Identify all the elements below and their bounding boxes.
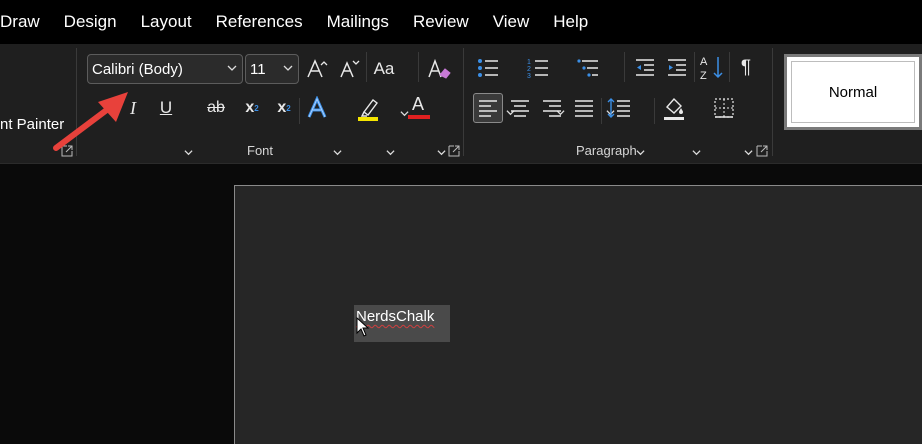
font-size-value: 11: [250, 60, 266, 78]
align-right-button[interactable]: [540, 96, 564, 120]
align-left-icon: [479, 100, 497, 117]
font-group-label: Font: [247, 143, 274, 158]
sort-button[interactable]: AZ: [699, 54, 725, 82]
decrease-indent-icon: [636, 59, 654, 76]
style-normal[interactable]: Normal: [784, 54, 922, 130]
menu-bar: Draw Design Layout References Mailings R…: [0, 0, 922, 44]
group-separator: [463, 48, 464, 156]
chevron-down-icon: [692, 148, 701, 157]
chevron-down-icon: [283, 63, 293, 73]
decrease-indent-button[interactable]: [633, 56, 657, 80]
svg-text:A: A: [700, 56, 708, 68]
superscript-label: x: [277, 99, 287, 116]
tab-layout[interactable]: Layout: [129, 0, 204, 44]
line-spacing-button[interactable]: [606, 96, 632, 120]
font-color-button[interactable]: A: [406, 94, 432, 122]
font-color-label: A: [412, 94, 425, 114]
borders-button[interactable]: [712, 96, 736, 120]
separator: [729, 52, 730, 82]
chevron-down-icon: [227, 63, 237, 73]
strikethrough-button[interactable]: ab: [203, 96, 229, 120]
numbering-icon: 123: [527, 59, 548, 79]
sort-az-icon: AZ: [700, 56, 723, 82]
paragraph-group-label: Paragraph: [576, 143, 637, 158]
document-area: NerdsChalk: [0, 165, 922, 444]
change-case-button[interactable]: Aa: [370, 56, 398, 82]
shrink-font-button[interactable]: [336, 56, 362, 82]
bullets-icon: [478, 59, 498, 77]
justify-button[interactable]: [572, 96, 596, 120]
svg-text:2: 2: [527, 66, 531, 73]
font-name-value: Calibri (Body): [92, 60, 183, 78]
chevron-down-icon: [437, 148, 446, 157]
separator: [418, 52, 419, 82]
group-separator: [772, 48, 773, 156]
tab-mailings[interactable]: Mailings: [315, 0, 401, 44]
text-effects-button[interactable]: [304, 96, 330, 120]
font-color-swatch: [408, 115, 430, 119]
multilevel-list-icon: [577, 59, 598, 77]
show-formatting-marks-button[interactable]: ¶: [735, 56, 757, 80]
tab-draw[interactable]: Draw: [0, 0, 52, 44]
chevron-down-icon: [744, 148, 753, 157]
shading-button[interactable]: [661, 95, 687, 121]
increase-indent-icon: [668, 59, 686, 76]
separator: [299, 98, 300, 124]
grow-font-icon: [307, 59, 328, 78]
font-launcher-icon[interactable]: [448, 145, 460, 157]
mouse-pointer-icon: [356, 317, 370, 337]
svg-text:1: 1: [527, 59, 531, 66]
separator: [624, 52, 625, 82]
document-page[interactable]: NerdsChalk: [234, 185, 922, 444]
separator: [694, 52, 695, 82]
align-center-button[interactable]: [508, 96, 532, 120]
grow-font-button[interactable]: [304, 56, 330, 82]
style-normal-label: Normal: [828, 83, 878, 101]
numbering-button[interactable]: 123: [526, 56, 550, 80]
ribbon: nt Painter Calibri (Body) 11 Aa I U ab x…: [0, 44, 922, 164]
highlighter-icon: [358, 99, 378, 121]
line-spacing-icon: [607, 98, 630, 118]
separator: [654, 98, 655, 124]
separator: [366, 52, 367, 82]
multilevel-list-button[interactable]: [576, 56, 600, 80]
svg-text:3: 3: [527, 73, 531, 79]
tab-references[interactable]: References: [204, 0, 315, 44]
increase-indent-button[interactable]: [665, 56, 689, 80]
bullets-button[interactable]: [476, 56, 500, 80]
paragraph-launcher-icon[interactable]: [756, 145, 768, 157]
svg-text:Z: Z: [700, 70, 707, 82]
superscript-button[interactable]: x2: [272, 96, 296, 120]
chevron-down-icon: [636, 148, 645, 157]
tab-help[interactable]: Help: [541, 0, 600, 44]
font-size-combo[interactable]: 11: [245, 54, 299, 84]
highlight-color-button[interactable]: [355, 96, 381, 122]
tab-design[interactable]: Design: [52, 0, 129, 44]
annotation-arrow-icon: [53, 92, 128, 151]
tab-view[interactable]: View: [481, 0, 542, 44]
subscript-label: x: [245, 99, 255, 116]
text-effects-icon: [307, 96, 327, 118]
word-window: Draw Design Layout References Mailings R…: [0, 0, 922, 444]
separator: [601, 98, 602, 124]
paint-bucket-icon: [664, 97, 684, 120]
align-left-button[interactable]: [473, 93, 503, 123]
shrink-font-icon: [340, 60, 360, 78]
align-right-icon: [543, 100, 561, 117]
font-name-combo[interactable]: Calibri (Body): [87, 54, 243, 84]
pilcrow-icon: ¶: [740, 57, 752, 78]
subscript-button[interactable]: x2: [240, 96, 264, 120]
chevron-down-icon: [333, 148, 342, 157]
clear-formatting-button[interactable]: [425, 56, 453, 82]
tab-review[interactable]: Review: [401, 0, 481, 44]
chevron-down-icon: [386, 148, 395, 157]
chevron-down-icon: [184, 148, 193, 157]
justify-icon: [575, 100, 593, 117]
align-center-icon: [511, 100, 529, 117]
borders-icon: [714, 98, 734, 118]
underline-button[interactable]: U: [155, 96, 177, 120]
clear-formatting-icon: [428, 58, 451, 79]
style-normal-preview: Normal: [791, 61, 915, 123]
